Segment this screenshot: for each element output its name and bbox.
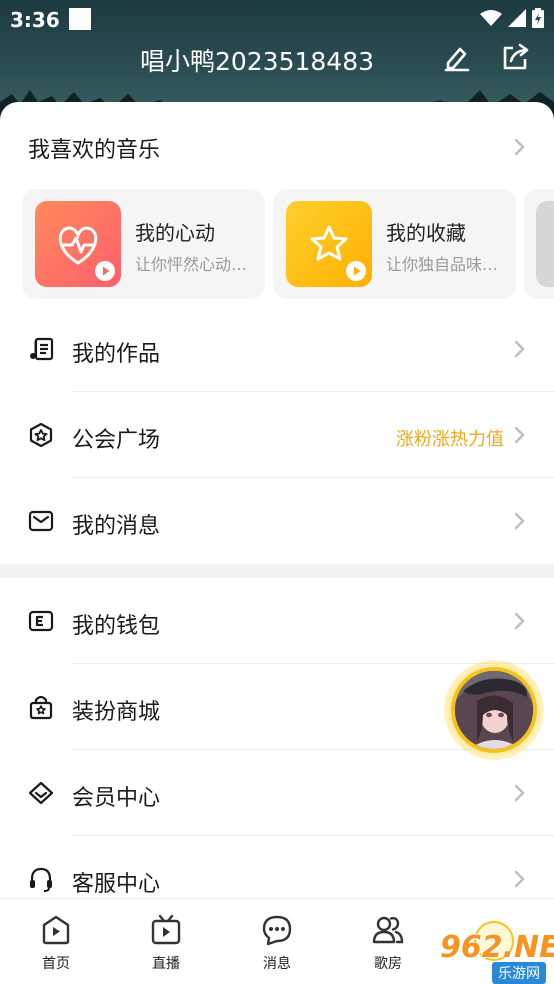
play-icon[interactable] [346,261,366,281]
chevron-right-icon [514,870,526,888]
nav-label: 首页 [42,956,70,972]
menu-item-guild-square[interactable]: 公会广场 涨粉涨热力值 [0,392,554,478]
people-icon [372,916,404,944]
battery-icon [532,8,544,28]
profile-card: 我喜欢的音乐 我的心动 让你怦然心动… 我的收藏 让你独自品味… 我的作品 公会… [0,102,554,564]
shop-bag-icon [29,695,53,720]
headset-icon [30,867,52,892]
wallet-icon [28,610,54,632]
favorite-music-title: 我喜欢的音乐 [28,138,161,163]
status-bar: 3:36 [0,0,554,38]
menu-item-label: 我的钱包 [72,614,161,639]
chevron-right-icon [514,340,526,358]
watermark-logo: 962.NET 乐游网 [420,920,554,984]
nav-label: 消息 [263,956,291,972]
menu-item-label: 会员中心 [72,786,161,811]
menu-item-my-works[interactable]: 我的作品 [0,306,554,392]
chevron-right-icon [514,426,526,444]
nav-label: 歌房 [374,956,402,972]
favorite-music-row[interactable]: 我喜欢的音乐 [0,102,554,182]
playlist-cover [35,201,121,287]
menu-item-label: 装扮商城 [72,700,161,725]
menu-item-wallet[interactable]: 我的钱包 [0,578,554,664]
music-list-icon [30,337,54,361]
promo-hint: 涨粉涨热力值 [396,429,504,450]
chat-bubble-icon [262,915,292,946]
playlist-name: 我的收藏 [386,221,466,245]
edit-profile-button[interactable] [442,42,472,72]
playlist-name: 我的心动 [135,221,215,245]
playlist-tile-collection[interactable]: 我的收藏 让你独自品味… [273,189,516,299]
chevron-right-icon [514,512,526,530]
menu-item-my-messages[interactable]: 我的消息 [0,478,554,564]
menu-item-label: 客服中心 [72,872,161,897]
diamond-icon [28,781,54,805]
mail-icon [28,510,54,532]
chevron-right-icon [514,784,526,802]
share-button[interactable] [500,42,530,72]
menu-item-customer-service[interactable]: 客服中心 [0,836,554,898]
playlist-desc: 让你独自品味… [386,255,499,274]
menu-item-label: 我的消息 [72,514,161,539]
menu-item-vip-center[interactable]: 会员中心 [0,750,554,836]
chevron-right-icon [514,612,526,630]
share-icon [503,43,529,70]
signal-icon [508,9,526,27]
nav-tab-live[interactable]: 直播 [126,913,206,973]
notification-icon [69,8,91,30]
play-icon[interactable] [95,261,115,281]
playlist-desc: 让你怦然心动… [135,255,248,274]
home-play-icon [42,915,70,945]
nav-tab-home[interactable]: 首页 [16,913,96,973]
avatar [451,667,537,753]
playlist-tiles: 我的心动 让你怦然心动… 我的收藏 让你独自品味… [22,189,554,299]
edit-pencil-icon [444,47,470,72]
wifi-icon [480,10,502,26]
menu-item-label: 公会广场 [72,428,161,453]
watermark-subtext: 乐游网 [492,962,546,984]
chevron-right-icon [514,138,526,156]
tv-icon [151,914,181,945]
playlist-cover [286,201,372,287]
status-time: 3:36 [10,8,60,32]
nav-tab-song-room[interactable]: 歌房 [348,913,428,973]
guild-hexagon-icon [29,422,53,448]
floating-avatar-button[interactable] [444,660,544,760]
nav-tab-messages[interactable]: 消息 [237,913,317,973]
menu-item-label: 我的作品 [72,342,161,367]
watermark-text: 962.NET [440,930,554,965]
playlist-tile-heartbeat[interactable]: 我的心动 让你怦然心动… [22,189,265,299]
nav-label: 直播 [152,956,180,972]
playlist-tile-partial[interactable] [524,189,554,299]
